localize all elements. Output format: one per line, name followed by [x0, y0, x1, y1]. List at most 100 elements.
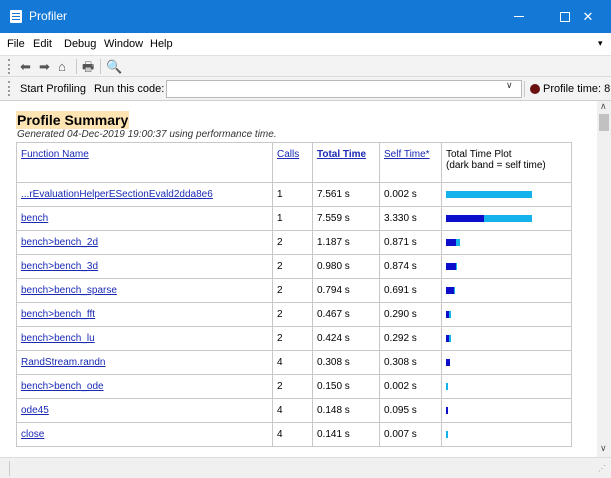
menu-debug[interactable]: Debug	[64, 38, 96, 50]
minimize-button[interactable]	[496, 0, 542, 33]
self-time-cell: 0.290 s	[379, 302, 442, 327]
time-plot-cell	[441, 230, 572, 255]
minimize-icon	[514, 16, 524, 17]
table-row: close 4 0.141 s 0.007 s	[16, 422, 572, 447]
run-code-label: Run this code:	[94, 83, 165, 95]
time-plot-cell	[441, 254, 572, 279]
table-header-row: Function Name Calls Total Time Self Time…	[16, 142, 572, 183]
table-row: bench>bench_ode 2 0.150 s 0.002 s	[16, 374, 572, 399]
find-icon[interactable]: 🔍	[106, 58, 122, 76]
scroll-up-icon[interactable]: ∧	[600, 101, 607, 112]
toolbar-separator	[100, 59, 101, 74]
function-link[interactable]: RandStream.randn	[21, 357, 106, 368]
self-time-cell: 0.874 s	[379, 254, 442, 279]
calls-cell: 2	[272, 230, 313, 255]
resize-grip-icon[interactable]: ⋰	[598, 464, 606, 473]
time-plot	[446, 310, 546, 319]
profile-time-label: Profile time: 8 s	[543, 83, 611, 95]
total-time-cell: 0.794 s	[312, 278, 380, 303]
window-title: Profiler	[29, 9, 68, 23]
profile-table: Function Name Calls Total Time Self Time…	[16, 142, 572, 447]
function-name-cell: bench>bench_3d	[16, 254, 273, 279]
table-row: ode45 4 0.148 s 0.095 s	[16, 398, 572, 423]
sort-self-time-link[interactable]: Self Time*	[384, 149, 430, 160]
calls-cell: 4	[272, 350, 313, 375]
function-link[interactable]: bench>bench_sparse	[21, 285, 117, 296]
function-link[interactable]: bench>bench_2d	[21, 237, 98, 248]
generated-note: Generated 04-Dec-2019 19:00:37 using per…	[17, 129, 277, 140]
sort-calls-link[interactable]: Calls	[277, 149, 299, 160]
time-plot	[446, 430, 546, 439]
menu-window[interactable]: Window	[104, 38, 143, 50]
col-total-time[interactable]: Total Time	[312, 142, 380, 183]
table-row: bench>bench_3d 2 0.980 s 0.874 s	[16, 254, 572, 279]
toolbar-grip[interactable]	[8, 59, 10, 74]
function-name-cell: close	[16, 422, 273, 447]
total-time-cell: 0.150 s	[312, 374, 380, 399]
time-plot-cell	[441, 398, 572, 423]
forward-arrow-icon[interactable]: ➡	[39, 58, 50, 76]
total-time-cell: 0.308 s	[312, 350, 380, 375]
home-icon[interactable]: ⌂	[58, 58, 66, 76]
function-name-cell: bench	[16, 206, 273, 231]
total-time-cell: 0.148 s	[312, 398, 380, 423]
menu-bar: File Edit Debug Window Help ▾	[0, 33, 611, 55]
col-self-time[interactable]: Self Time*	[379, 142, 442, 183]
time-plot	[446, 382, 546, 391]
self-time-cell: 0.007 s	[379, 422, 442, 447]
function-link[interactable]: bench>bench_fft	[21, 309, 95, 320]
self-time-bar	[446, 407, 448, 414]
function-name-cell: bench>bench_sparse	[16, 278, 273, 303]
time-plot-cell	[441, 374, 572, 399]
function-link[interactable]: bench>bench_ode	[21, 381, 104, 392]
function-link[interactable]: bench>bench_lu	[21, 333, 95, 344]
table-row: bench>bench_fft 2 0.467 s 0.290 s	[16, 302, 572, 327]
status-separator	[9, 461, 10, 476]
self-time-cell: 0.871 s	[379, 230, 442, 255]
back-arrow-icon[interactable]: ⬅	[20, 58, 31, 76]
close-window-button[interactable]: ✕	[565, 0, 611, 33]
self-time-cell: 0.002 s	[379, 182, 442, 207]
calls-cell: 4	[272, 422, 313, 447]
menu-file[interactable]: File	[7, 38, 25, 50]
time-plot	[446, 190, 546, 199]
run-code-input[interactable]	[166, 80, 522, 98]
self-time-bar	[446, 335, 449, 342]
total-time-cell: 1.187 s	[312, 230, 380, 255]
col-total-time-plot: Total Time Plot (dark band = self time)	[441, 142, 572, 183]
sort-function-name-link[interactable]: Function Name	[21, 149, 89, 160]
runbar-grip[interactable]	[8, 81, 10, 96]
function-link[interactable]: ode45	[21, 405, 49, 416]
page-title: Profile Summary	[16, 111, 130, 129]
col-calls[interactable]: Calls	[272, 142, 313, 183]
self-time-bar	[446, 239, 456, 246]
vertical-scrollbar[interactable]: ∧ ∨	[597, 101, 611, 457]
self-time-cell: 0.308 s	[379, 350, 442, 375]
sort-total-time-link[interactable]: Total Time	[317, 149, 366, 160]
menu-help[interactable]: Help	[150, 38, 173, 50]
calls-cell: 1	[272, 206, 313, 231]
time-plot	[446, 262, 546, 271]
time-plot	[446, 358, 546, 367]
menu-overflow-icon[interactable]: ▾	[598, 38, 603, 49]
function-name-cell: bench>bench_fft	[16, 302, 273, 327]
function-name-cell: bench>bench_lu	[16, 326, 273, 351]
time-plot	[446, 238, 546, 247]
function-link[interactable]: close	[21, 429, 44, 440]
self-time-bar	[446, 311, 449, 318]
menu-edit[interactable]: Edit	[33, 38, 52, 50]
chevron-down-icon[interactable]: ∨	[506, 80, 513, 91]
time-plot	[446, 334, 546, 343]
scroll-thumb[interactable]	[599, 114, 609, 131]
time-plot-cell	[441, 350, 572, 375]
scroll-down-icon[interactable]: ∨	[600, 443, 607, 454]
run-bar: Start Profiling Run this code: ∨ Profile…	[0, 77, 611, 101]
print-icon[interactable]: 🖶	[82, 58, 94, 76]
function-link[interactable]: bench	[21, 213, 48, 224]
total-time-cell: 0.980 s	[312, 254, 380, 279]
function-link[interactable]: ...rEvaluationHelperESectionEvald2dda8e6	[21, 189, 213, 200]
col-function-name[interactable]: Function Name	[16, 142, 273, 183]
time-plot-cell	[441, 326, 572, 351]
function-link[interactable]: bench>bench_3d	[21, 261, 98, 272]
start-profiling-button[interactable]: Start Profiling	[20, 83, 86, 95]
